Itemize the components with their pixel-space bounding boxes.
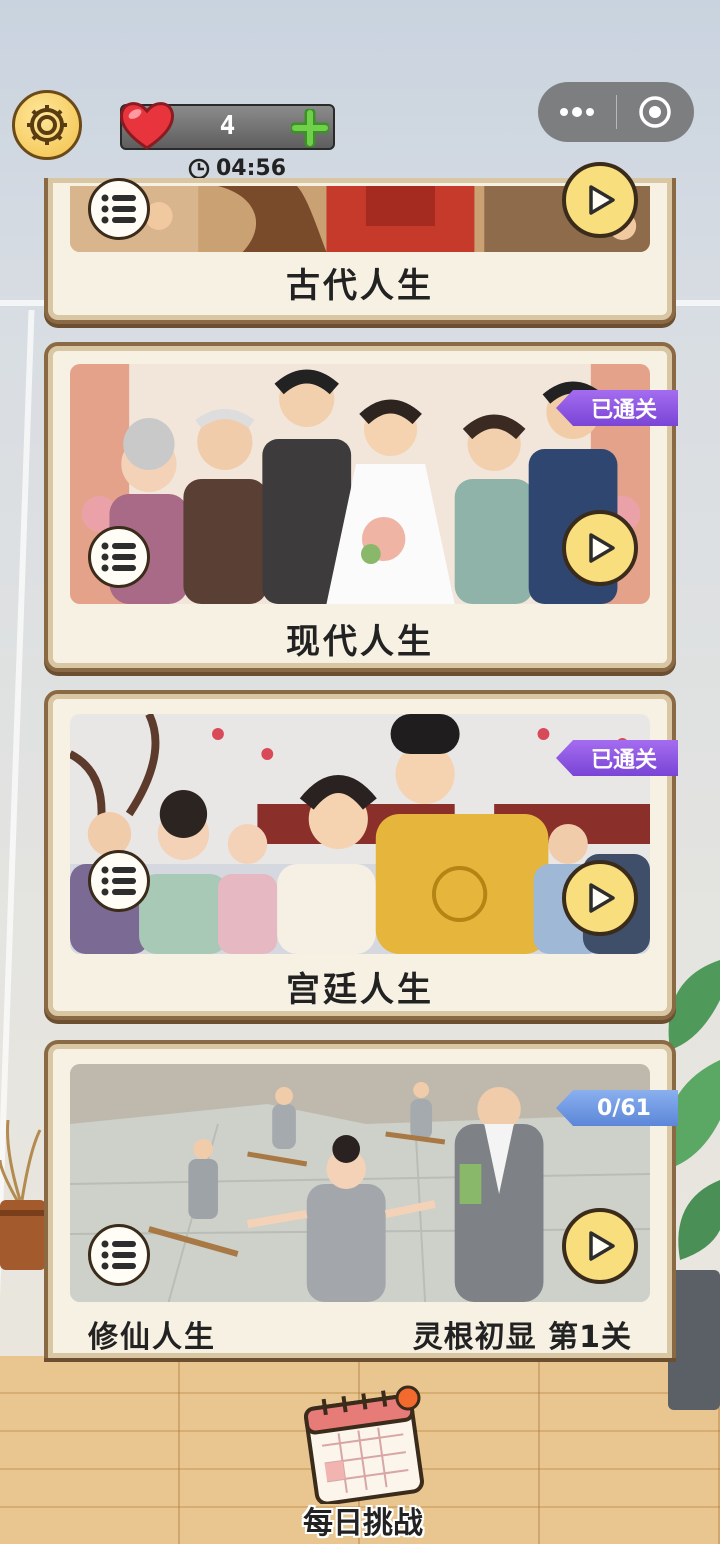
level-list-button[interactable] bbox=[88, 178, 150, 240]
level-play-button[interactable] bbox=[562, 1208, 638, 1284]
level-art-palace bbox=[70, 714, 650, 954]
daily-challenge-label: 每日挑战 bbox=[303, 1506, 423, 1541]
miniprogram-capsule bbox=[538, 82, 694, 142]
list-icon bbox=[101, 194, 136, 224]
level-art-cultivation bbox=[70, 1064, 650, 1302]
more-menu-button[interactable] bbox=[538, 82, 616, 142]
level-title: 宫廷人生 bbox=[286, 970, 434, 1010]
level-title: 古代人生 bbox=[286, 266, 434, 306]
level-list-button[interactable] bbox=[88, 850, 150, 912]
settings-button[interactable] bbox=[12, 90, 82, 160]
add-lives-icon[interactable] bbox=[291, 109, 329, 147]
clock-icon bbox=[188, 158, 210, 179]
calendar-icon bbox=[303, 1385, 424, 1506]
level-play-button[interactable] bbox=[562, 860, 638, 936]
heart-icon bbox=[120, 102, 174, 150]
close-miniprogram-button[interactable] bbox=[617, 82, 695, 142]
progress-badge: 0/61 bbox=[556, 1090, 678, 1126]
play-icon bbox=[589, 533, 615, 563]
play-icon bbox=[589, 1231, 615, 1261]
current-stage-label: 灵根初显 第1关 bbox=[412, 1320, 632, 1355]
cleared-badge: 已通关 bbox=[556, 390, 678, 426]
target-close-icon bbox=[639, 96, 671, 128]
more-dots-icon bbox=[559, 107, 594, 117]
level-card-cultivation[interactable]: 0/61 修仙人生 灵根初显 第1关 bbox=[44, 1040, 678, 1358]
level-list-button[interactable] bbox=[88, 1224, 150, 1286]
level-art-modern bbox=[70, 364, 650, 604]
cleared-badge: 已通关 bbox=[556, 740, 678, 776]
play-icon bbox=[589, 883, 615, 913]
potted-plant-left bbox=[0, 1120, 46, 1270]
list-icon bbox=[101, 542, 136, 572]
list-icon bbox=[101, 1240, 136, 1270]
level-card-modern[interactable]: 已通关 现代人生 bbox=[44, 342, 678, 672]
level-title: 修仙人生 bbox=[88, 1320, 216, 1355]
level-card-ancient[interactable]: 古代人生 bbox=[44, 162, 676, 324]
list-icon bbox=[101, 866, 136, 896]
lives-count: 4 bbox=[219, 111, 236, 141]
level-play-button[interactable] bbox=[562, 162, 638, 238]
level-play-button[interactable] bbox=[562, 510, 638, 586]
level-list-button[interactable] bbox=[88, 526, 150, 588]
level-card-palace[interactable]: 已通关 宫廷人生 bbox=[44, 690, 678, 1020]
gear-icon bbox=[27, 105, 67, 145]
daily-challenge-button[interactable]: 每日挑战 bbox=[288, 1380, 438, 1541]
level-title: 现代人生 bbox=[286, 622, 434, 662]
play-icon bbox=[589, 185, 615, 215]
